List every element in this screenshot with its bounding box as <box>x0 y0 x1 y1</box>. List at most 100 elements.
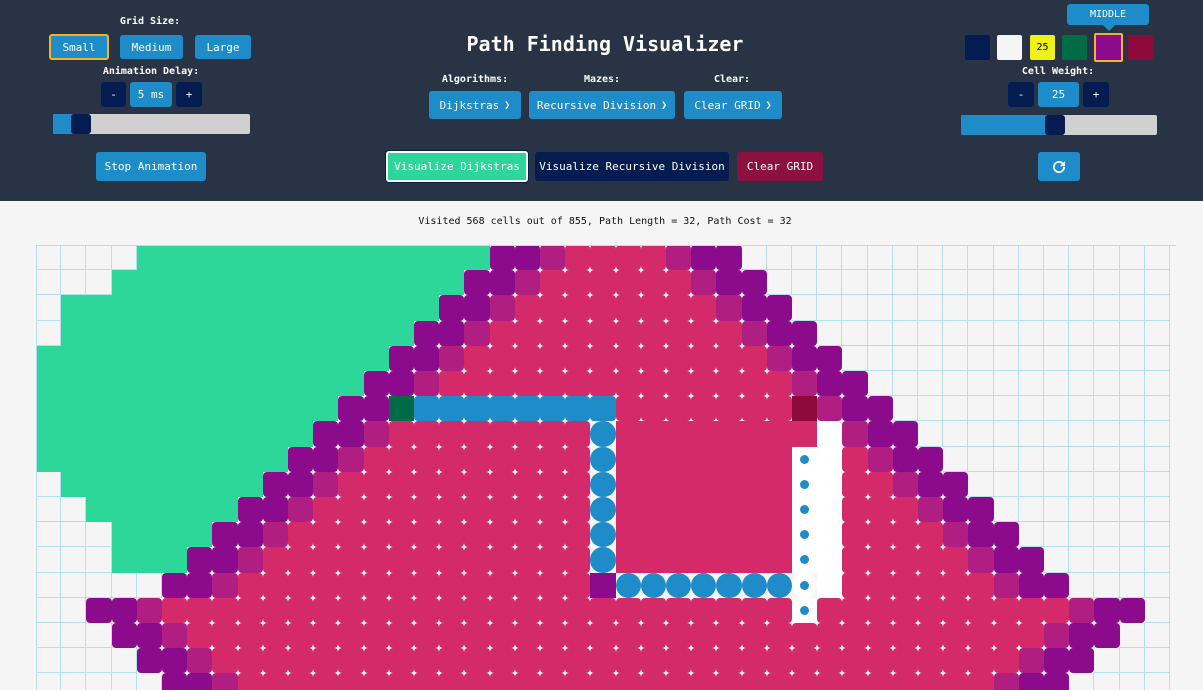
grid-cell[interactable] <box>1069 597 1095 623</box>
grid-cell[interactable] <box>590 270 616 296</box>
grid-cell[interactable] <box>590 371 616 397</box>
path-cell[interactable] <box>666 572 692 598</box>
grid-cell[interactable] <box>792 371 818 397</box>
grid-cell[interactable] <box>640 471 666 497</box>
grid-cell[interactable] <box>187 396 213 422</box>
grid-cell[interactable] <box>136 648 162 674</box>
grid-cell[interactable] <box>918 320 944 346</box>
grid-cell[interactable] <box>842 245 868 271</box>
grid-cell[interactable] <box>716 371 742 397</box>
grid-cell[interactable] <box>817 497 843 523</box>
grid-cell[interactable] <box>489 648 515 674</box>
grid-cell[interactable] <box>968 497 994 523</box>
grid-cell[interactable] <box>162 295 188 321</box>
grid-cell[interactable] <box>36 623 62 649</box>
grid-cell[interactable] <box>943 471 969 497</box>
grid-cell[interactable] <box>867 396 893 422</box>
grid-cell[interactable] <box>615 396 641 422</box>
grid-cell[interactable] <box>842 345 868 371</box>
grid-cell[interactable] <box>36 648 62 674</box>
grid-cell[interactable] <box>288 547 314 573</box>
grid-cell[interactable] <box>867 597 893 623</box>
grid-cell[interactable] <box>514 547 540 573</box>
grid-cell[interactable] <box>237 648 263 674</box>
grid-cell[interactable] <box>842 572 868 598</box>
grid-cell[interactable] <box>187 648 213 674</box>
grid-cell[interactable] <box>1044 270 1070 296</box>
grid-cell[interactable] <box>993 623 1019 649</box>
grid-cell[interactable] <box>766 345 792 371</box>
grid-cell[interactable] <box>111 497 137 523</box>
grid-cell[interactable] <box>1144 396 1170 422</box>
grid-cell[interactable] <box>741 295 767 321</box>
grid-cell[interactable] <box>540 597 566 623</box>
grid-cell[interactable] <box>842 623 868 649</box>
grid-cell[interactable] <box>565 597 591 623</box>
grid-cell[interactable] <box>867 421 893 447</box>
grid-cell[interactable] <box>237 245 263 271</box>
grid-cell[interactable] <box>36 597 62 623</box>
grid-cell[interactable] <box>943 497 969 523</box>
path-cell[interactable] <box>540 396 566 422</box>
grid-cell[interactable] <box>640 648 666 674</box>
grid-cell[interactable] <box>338 648 364 674</box>
grid-cell[interactable] <box>691 295 717 321</box>
grid-cell[interactable] <box>86 345 112 371</box>
grid-cell[interactable] <box>1119 572 1145 598</box>
grid-cell[interactable] <box>943 673 969 690</box>
grid-cell[interactable] <box>892 270 918 296</box>
grid-cell[interactable] <box>111 320 137 346</box>
grid-cell[interactable] <box>792 446 818 472</box>
grid-cell[interactable] <box>993 597 1019 623</box>
grid-cell[interactable] <box>691 597 717 623</box>
grid-cell[interactable] <box>288 597 314 623</box>
grid-cell[interactable] <box>1069 547 1095 573</box>
grid-cell[interactable] <box>918 673 944 690</box>
grid-cell[interactable] <box>716 471 742 497</box>
grid-cell[interactable] <box>86 320 112 346</box>
grid-cell[interactable] <box>615 371 641 397</box>
grid-cell[interactable] <box>338 497 364 523</box>
visualize-maze-button[interactable]: Visualize Recursive Division <box>535 152 729 181</box>
grid-cell[interactable] <box>1094 648 1120 674</box>
grid-cell[interactable] <box>766 547 792 573</box>
grid-cell[interactable] <box>1069 270 1095 296</box>
grid-cell[interactable] <box>817 421 843 447</box>
grid-cell[interactable] <box>338 623 364 649</box>
grid-cell[interactable] <box>968 623 994 649</box>
grid-cell[interactable] <box>792 673 818 690</box>
grid-cell[interactable] <box>993 320 1019 346</box>
path-cell[interactable] <box>691 572 717 598</box>
grid-cell[interactable] <box>338 245 364 271</box>
grid-cell[interactable] <box>993 497 1019 523</box>
grid-cell[interactable] <box>640 446 666 472</box>
grid-cell[interactable] <box>565 371 591 397</box>
grid-cell[interactable] <box>187 623 213 649</box>
grid-cell[interactable] <box>136 446 162 472</box>
grid-cell[interactable] <box>892 597 918 623</box>
grid-cell[interactable] <box>1044 597 1070 623</box>
grid-cell[interactable] <box>892 673 918 690</box>
grid-cell[interactable] <box>640 623 666 649</box>
path-cell[interactable] <box>792 572 818 598</box>
grid-cell[interactable] <box>892 320 918 346</box>
grid-cell[interactable] <box>943 371 969 397</box>
grid-cell[interactable] <box>136 623 162 649</box>
grid-cell[interactable] <box>212 295 238 321</box>
grid-cell[interactable] <box>187 270 213 296</box>
grid-cell[interactable] <box>867 547 893 573</box>
grid-cell[interactable] <box>792 547 818 573</box>
grid-cell[interactable] <box>36 371 62 397</box>
grid-cell[interactable] <box>1018 623 1044 649</box>
grid-cell[interactable] <box>540 522 566 548</box>
grid-cell[interactable] <box>187 421 213 447</box>
grid-cell[interactable] <box>464 522 490 548</box>
grid-cell[interactable] <box>792 597 818 623</box>
grid-cell[interactable] <box>464 572 490 598</box>
grid-cell[interactable] <box>1119 245 1145 271</box>
grid-cell[interactable] <box>716 497 742 523</box>
grid-cell[interactable] <box>741 446 767 472</box>
grid-cell[interactable] <box>1069 446 1095 472</box>
grid-cell[interactable] <box>1119 446 1145 472</box>
grid-cell[interactable] <box>1094 245 1120 271</box>
